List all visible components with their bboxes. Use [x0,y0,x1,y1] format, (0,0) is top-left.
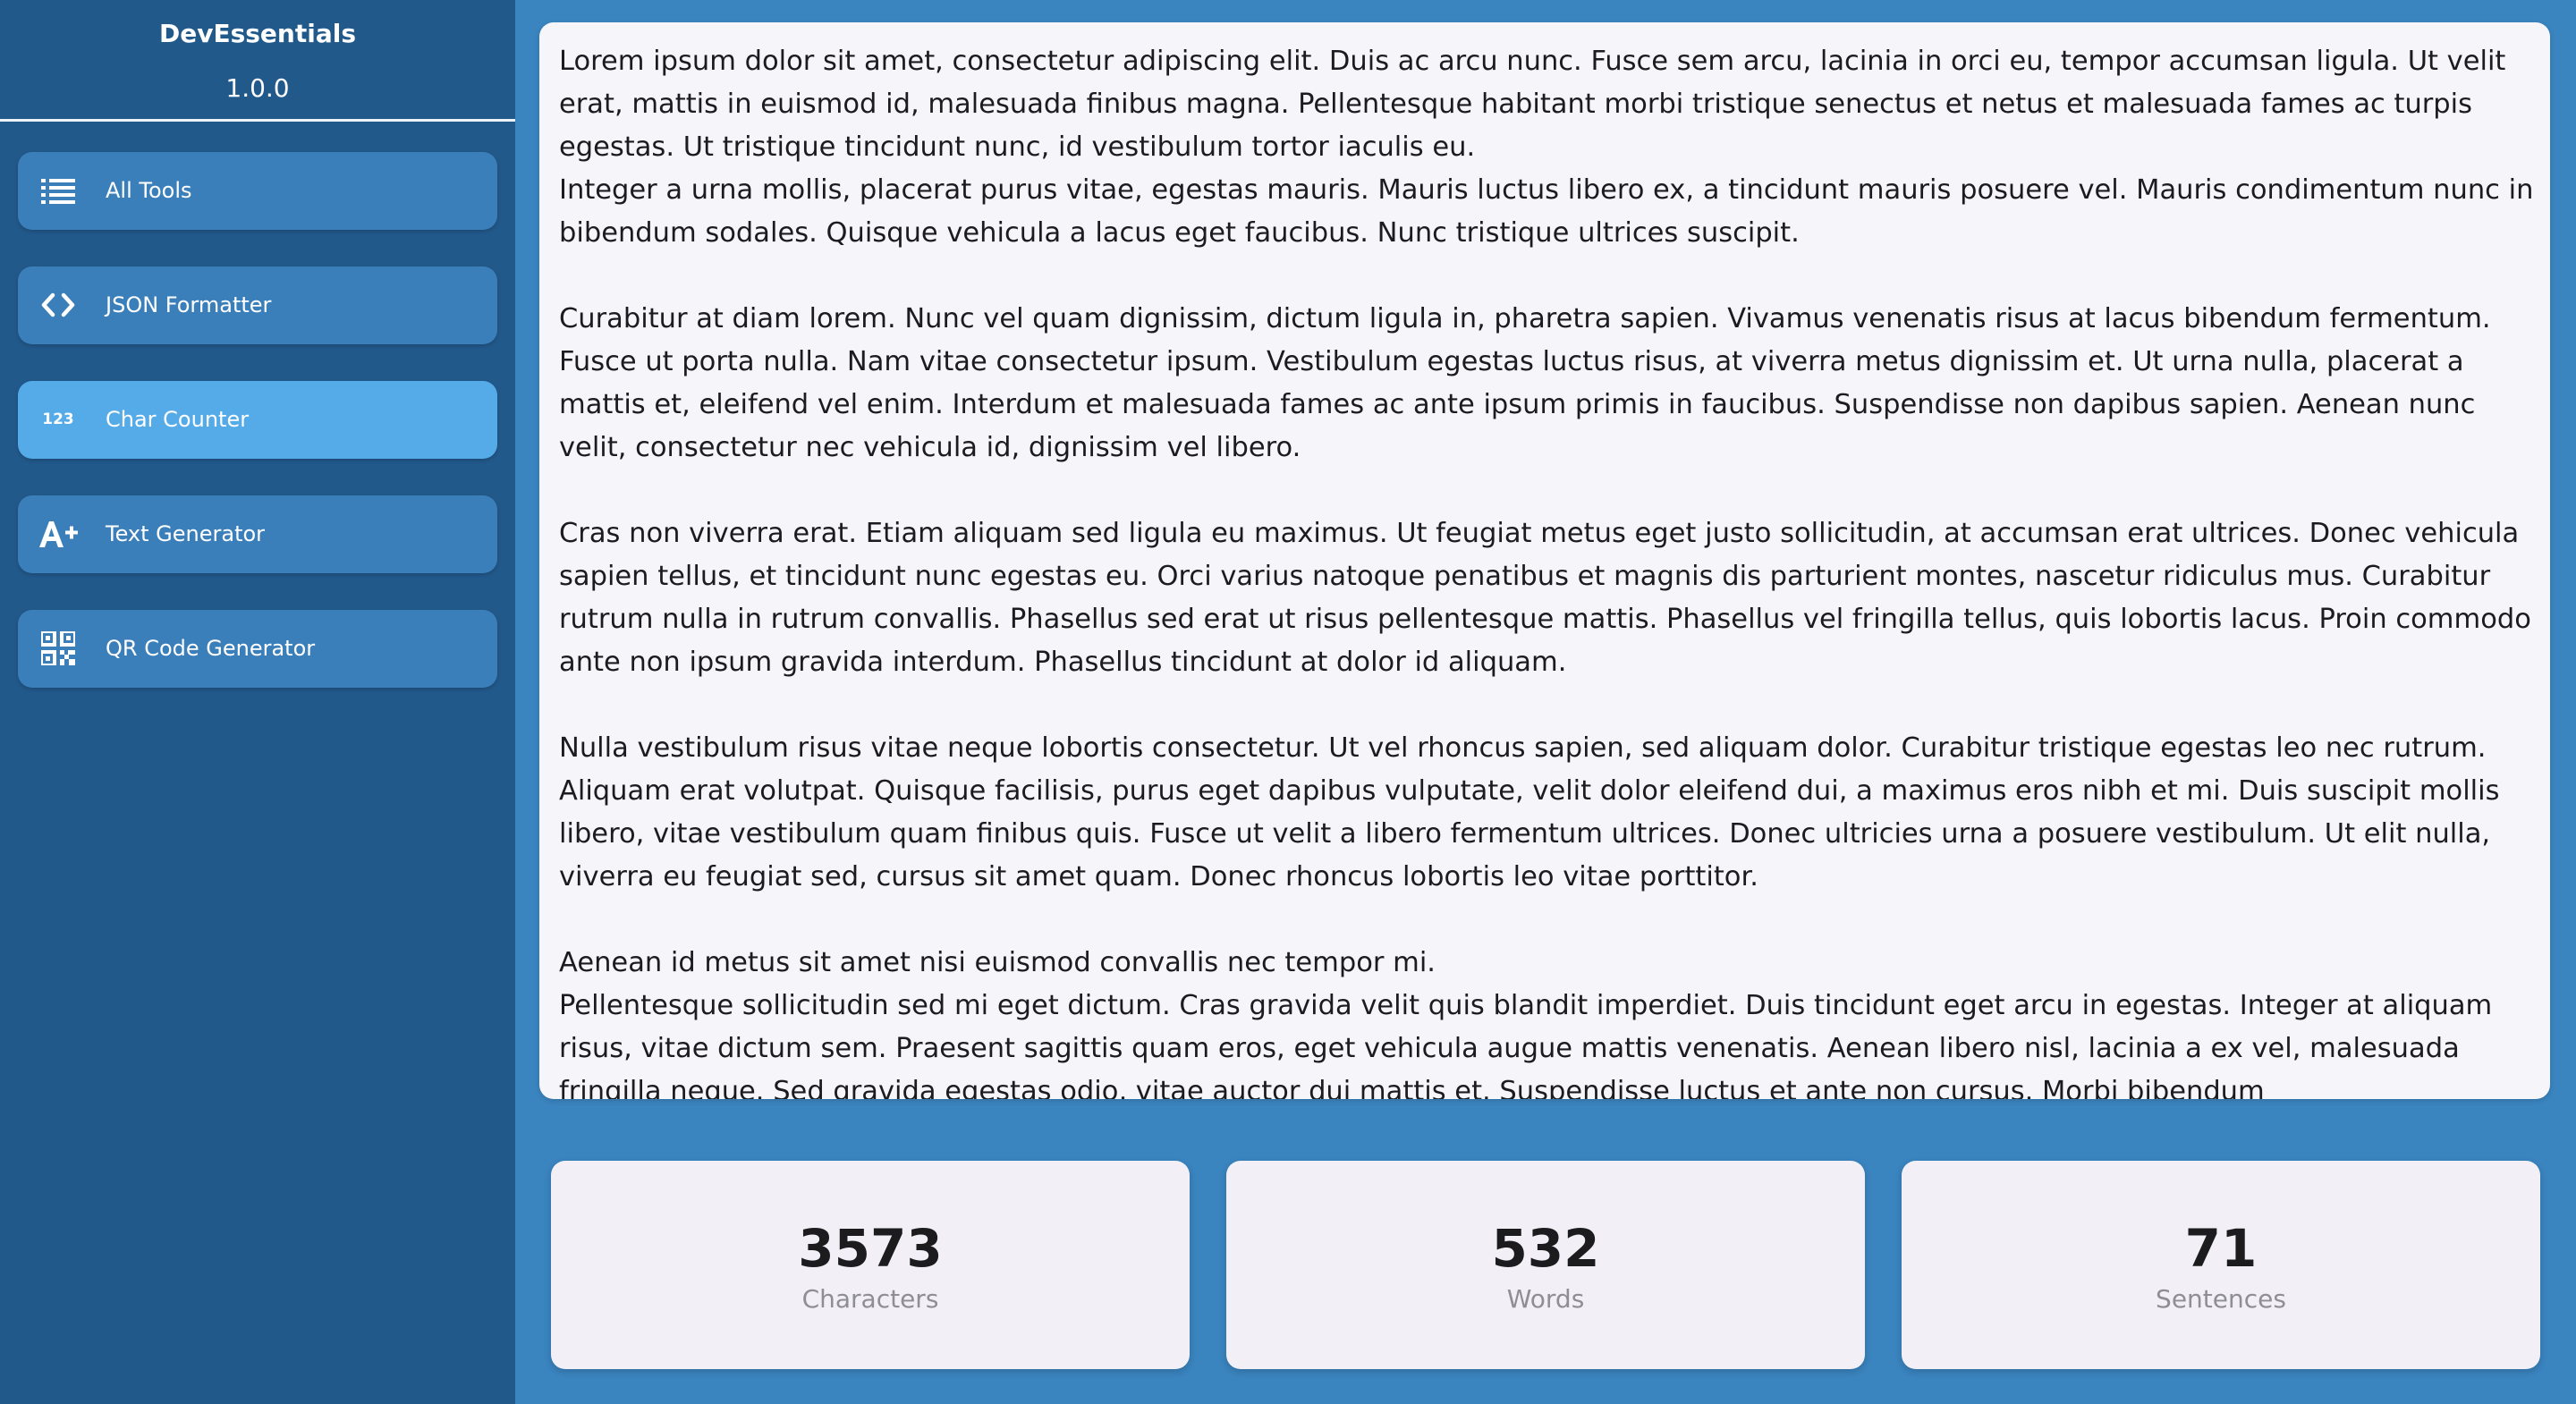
characters-stat-card: 3573 Characters [551,1161,1190,1369]
sidebar-item-label: All Tools [106,178,192,203]
sidebar-item-label: QR Code Generator [106,636,316,661]
numbers-123-icon: 123 [42,410,74,428]
text-input-content[interactable]: Lorem ipsum dolor sit amet, consectetur … [559,40,2536,1099]
sentences-stat-card: 71 Sentences [1902,1161,2540,1369]
sidebar-header: DevEssentials 1.0.0 [0,0,515,122]
app-name: DevEssentials [158,19,356,48]
code-brackets-icon [38,284,79,326]
sidebar-item-label: Char Counter [106,407,250,432]
sidebar-item-all-tools[interactable]: All Tools [18,152,497,230]
characters-label: Characters [801,1284,939,1314]
sidebar-nav: All Tools JSON Formatter 123 Char Counte… [18,152,497,724]
words-count: 532 [1491,1218,1600,1279]
sidebar-item-json-formatter[interactable]: JSON Formatter [18,266,497,344]
sidebar-item-text-generator[interactable]: Text Generator [18,495,497,573]
sidebar-item-label: JSON Formatter [106,292,272,317]
sidebar-item-qr-code-generator[interactable]: QR Code Generator [18,610,497,688]
sidebar-item-char-counter[interactable]: 123 Char Counter [18,381,497,459]
sentences-label: Sentences [2156,1284,2286,1314]
words-stat-card: 532 Words [1226,1161,1865,1369]
app-version: 1.0.0 [225,73,290,103]
sidebar: DevEssentials 1.0.0 All Tools JSON Forma… [0,0,515,1404]
words-label: Words [1506,1284,1585,1314]
text-input-area[interactable]: Lorem ipsum dolor sit amet, consectetur … [539,22,2550,1099]
sentences-count: 71 [2184,1218,2258,1279]
qr-code-icon [38,628,79,669]
list-icon [38,170,79,211]
characters-count: 3573 [798,1218,943,1279]
font-size-increase-icon [38,513,79,554]
app-window: DevEssentials 1.0.0 All Tools JSON Forma… [0,0,2576,1404]
sidebar-item-label: Text Generator [106,521,266,546]
